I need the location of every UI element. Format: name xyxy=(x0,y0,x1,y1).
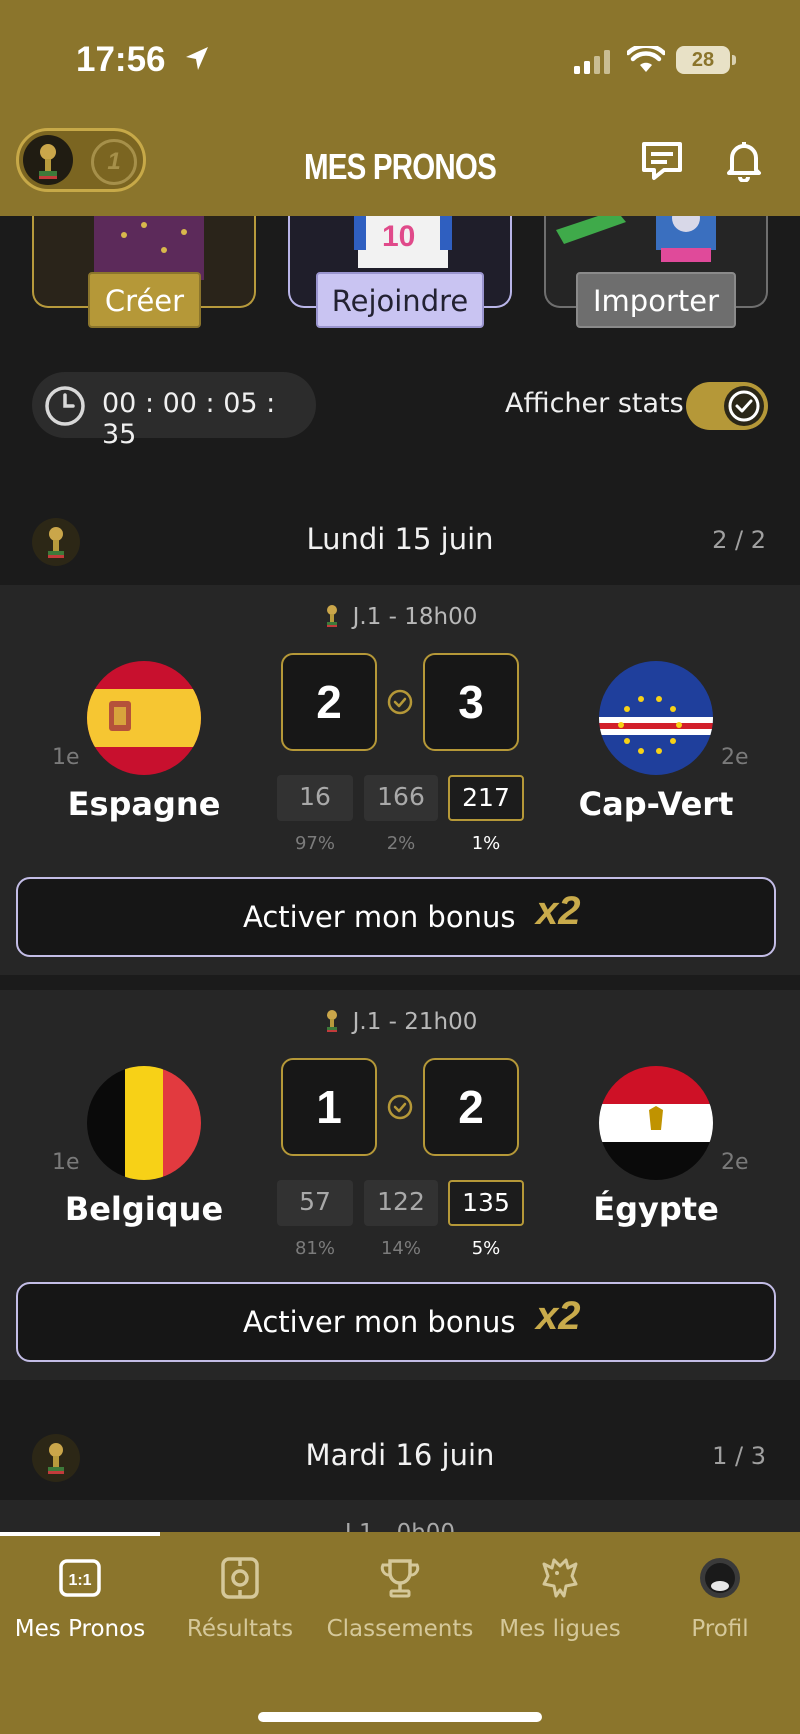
mode-one-icon: 1 xyxy=(91,139,137,185)
notifications-bell-icon[interactable] xyxy=(724,140,764,182)
away-score-input[interactable]: 2 xyxy=(423,1058,519,1156)
prediction-check-icon xyxy=(387,689,413,715)
competition-logo-icon xyxy=(32,1434,80,1482)
spain-flag-icon xyxy=(87,661,201,775)
one-vs-one-icon: 1:1 xyxy=(59,1559,101,1597)
battery-cap xyxy=(732,55,736,65)
tab-label: Mes ligues xyxy=(499,1616,621,1642)
tab-resultats[interactable]: Résultats xyxy=(160,1552,320,1652)
svg-text:10: 10 xyxy=(382,220,415,253)
create-league-button[interactable]: Créer xyxy=(88,272,201,328)
bonus-multiplier: x2 xyxy=(536,889,581,933)
home-indicator[interactable] xyxy=(258,1712,542,1722)
mode-toggle[interactable]: 1 xyxy=(16,128,146,192)
trophy-logo-icon xyxy=(23,135,73,185)
match-meta: J.1 - 21h00 xyxy=(300,1008,500,1035)
day-match-count: 2 / 2 xyxy=(712,526,766,554)
day-header: Mardi 16 juin 1 / 3 xyxy=(0,1416,800,1496)
belgium-flag-icon xyxy=(87,1066,201,1180)
tab-profil[interactable]: Profil xyxy=(640,1552,800,1652)
show-stats-toggle[interactable] xyxy=(686,382,768,430)
home-win-votes: 57 xyxy=(277,1180,353,1226)
away-score-input[interactable]: 3 xyxy=(423,653,519,751)
join-league-button[interactable]: Rejoindre xyxy=(316,272,484,328)
away-win-percent: 5% xyxy=(471,1238,501,1259)
home-score-input[interactable]: 1 xyxy=(281,1058,377,1156)
cape-verde-flag-icon xyxy=(599,661,713,775)
show-stats-label: Afficher stats xyxy=(505,388,684,419)
status-time: 17:56 xyxy=(76,40,166,79)
draw-votes: 166 xyxy=(364,775,438,821)
match-time: J.1 - 18h00 xyxy=(352,604,478,630)
eagle-icon xyxy=(542,1558,578,1598)
tab-mes-pronos[interactable]: 1:1 Mes Pronos xyxy=(0,1552,160,1652)
page-title: MES PRONOS xyxy=(304,146,497,187)
match-time: J.1 - 21h00 xyxy=(352,1009,478,1035)
match-divider xyxy=(0,975,800,991)
competition-logo-icon xyxy=(32,518,80,566)
mini-trophy-icon xyxy=(326,1010,337,1032)
away-win-votes: 217 xyxy=(448,775,524,821)
pitch-icon xyxy=(221,1557,259,1599)
day-header: Lundi 15 juin 2 / 2 xyxy=(0,500,800,580)
location-arrow-icon xyxy=(186,47,208,70)
draw-votes: 122 xyxy=(364,1180,438,1226)
bottom-tab-bar: 1:1 Mes Pronos Résultats Classements Mes… xyxy=(0,1532,800,1734)
home-team-name: Espagne xyxy=(67,785,221,823)
tab-label: Classements xyxy=(326,1616,474,1642)
egypt-flag-icon xyxy=(599,1066,713,1180)
day-title: Lundi 15 juin xyxy=(306,522,494,556)
activate-bonus-button[interactable]: Activer mon bonus x2 xyxy=(16,1282,776,1362)
bonus-label: Activer mon bonus xyxy=(243,1305,516,1339)
away-team-name: Égypte xyxy=(593,1190,719,1228)
avatar-icon xyxy=(700,1558,740,1598)
match-card: J.1 - 21h00 1e Belgique 1 2 2e Égypte 57… xyxy=(0,990,800,1380)
import-league-button[interactable]: Importer xyxy=(576,272,736,328)
home-rank: 1e xyxy=(52,1150,80,1175)
draw-percent: 2% xyxy=(386,833,416,854)
status-bar: 17:56 28 xyxy=(0,36,800,84)
check-icon xyxy=(724,386,764,426)
mini-trophy-icon xyxy=(326,605,337,627)
home-win-percent: 81% xyxy=(294,1238,335,1259)
tab-mes-ligues[interactable]: Mes ligues xyxy=(480,1552,640,1652)
messages-icon[interactable] xyxy=(640,140,684,182)
away-team-name: Cap-Vert xyxy=(578,785,734,823)
wifi-icon xyxy=(627,46,665,72)
svg-text:1:1: 1:1 xyxy=(68,1572,91,1589)
cellular-signal-icon xyxy=(574,50,610,74)
bonus-label: Activer mon bonus xyxy=(243,900,516,934)
activate-bonus-button[interactable]: Activer mon bonus x2 xyxy=(16,877,776,957)
home-score-input[interactable]: 2 xyxy=(281,653,377,751)
day-match-count: 1 / 3 xyxy=(712,1442,766,1470)
tab-label: Résultats xyxy=(186,1616,294,1642)
clock-icon xyxy=(45,386,85,426)
away-win-percent: 1% xyxy=(471,833,501,854)
draw-percent: 14% xyxy=(380,1238,421,1259)
battery-level: 28 xyxy=(676,46,730,74)
countdown-value: 00 : 00 : 05 : 35 xyxy=(102,388,276,450)
away-rank: 2e xyxy=(721,1150,749,1175)
countdown-timer: 00 : 00 : 05 : 35 xyxy=(32,372,316,450)
tab-label: Profil xyxy=(691,1616,749,1642)
match-meta: J.1 - 18h00 xyxy=(300,603,500,630)
tab-classements[interactable]: Classements xyxy=(320,1552,480,1652)
trophy-icon xyxy=(380,1559,420,1598)
home-win-percent: 97% xyxy=(294,833,335,854)
away-win-votes: 135 xyxy=(448,1180,524,1226)
active-tab-indicator xyxy=(0,1532,160,1536)
away-rank: 2e xyxy=(721,745,749,770)
home-win-votes: 16 xyxy=(277,775,353,821)
prediction-check-icon xyxy=(387,1094,413,1120)
tab-label: Mes Pronos xyxy=(14,1616,146,1642)
match-card: J.1 - 18h00 1e Espagne 2 3 2e Cap-Vert 1… xyxy=(0,585,800,975)
day-title: Mardi 16 juin xyxy=(305,1438,495,1472)
home-rank: 1e xyxy=(52,745,80,770)
home-team-name: Belgique xyxy=(64,1190,224,1228)
top-header: 17:56 28 1 MES PRONOS xyxy=(0,0,800,216)
bonus-multiplier: x2 xyxy=(536,1294,581,1338)
